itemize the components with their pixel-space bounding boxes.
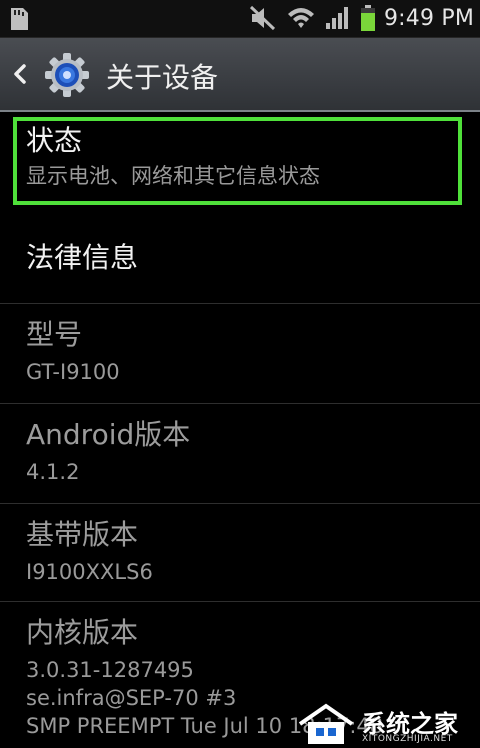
sd-card-icon [11,8,28,30]
item-subtitle-line: 3.0.31-1287495 [26,658,194,682]
watermark-logo-icon [298,703,354,744]
status-time: 9:49 PM [383,5,474,31]
item-title: 法律信息 [26,241,139,274]
settings-gear-icon[interactable] [44,52,90,98]
watermark: 系统之家 XITONGZHIJIA.NET [296,702,476,748]
list-item-android-version[interactable]: Android版本 4.1.2 [0,404,480,504]
item-subtitle: I9100XXLS6 [26,560,153,584]
item-title: 型号 [26,318,83,351]
signal-icon [325,7,348,29]
item-subtitle: 4.1.2 [26,460,80,484]
list-item-model: 型号 GT-I9100 [0,304,480,404]
item-title: 内核版本 [26,616,139,649]
page-title: 关于设备 [106,61,219,94]
item-title: 基带版本 [26,518,139,551]
battery-icon [360,5,375,31]
item-subtitle: GT-I9100 [26,360,120,384]
list-item-baseband: 基带版本 I9100XXLS6 [0,504,480,602]
action-bar: 关于设备 [0,38,480,112]
wifi-icon [287,8,314,28]
back-chevron-icon[interactable] [12,64,28,84]
watermark-subtext: XITONGZHIJIA.NET [362,734,453,744]
status-bar: 9:49 PM [0,0,480,38]
list-item-legal[interactable]: 法律信息 [0,218,480,304]
highlight-box [13,117,462,205]
mute-icon [249,5,275,31]
item-title: Android版本 [26,418,191,451]
